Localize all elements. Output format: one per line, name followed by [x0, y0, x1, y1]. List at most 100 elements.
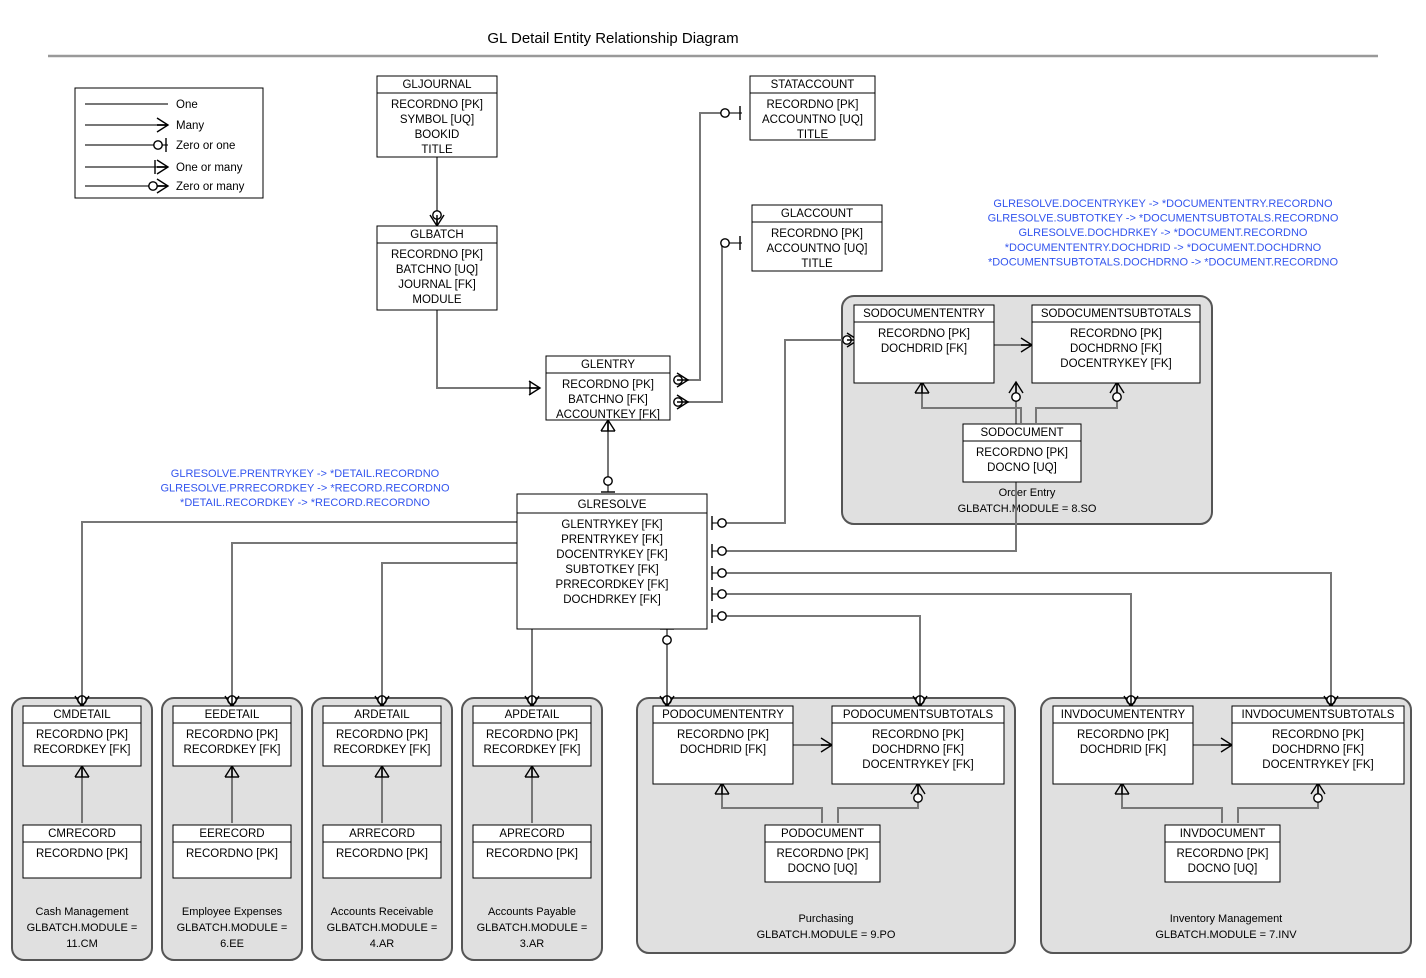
connector-5 [712, 339, 845, 524]
entity-apdetail[interactable]: APDETAIL RECORDNO [PK] RECORDKEY [FK] [472, 705, 592, 767]
entity-attr-apdetail-0: RECORDNO [PK] [486, 729, 578, 741]
group-module-order_entry: GLBATCH.MODULE = 8.SO [958, 503, 1097, 515]
connector-1 [436, 310, 540, 389]
entity-cmrecord[interactable]: CMRECORD RECORDNO [PK] [22, 824, 142, 879]
entity-attr-glresolve-1: PRENTRYKEY [FK] [561, 534, 663, 546]
entity-name-gljournal: GLJOURNAL [402, 79, 472, 91]
group-label-accts_recv: Accounts Receivable [331, 906, 434, 918]
entity-podocument[interactable]: PODOCUMENT RECORDNO [PK] DOCNO [UQ] [764, 824, 881, 883]
entity-attr-podocumententry-1: DOCHDRID [FK] [680, 744, 766, 756]
entity-sodocumententry[interactable]: SODOCUMENTENTRY RECORDNO [PK] DOCHDRID [FK… [853, 304, 995, 384]
entity-glresolve[interactable]: GLRESOLVE GLENTRYKEY [FK] PRENTRYKEY [FK] D… [516, 493, 708, 630]
entity-attr-glaccount-1: ACCOUNTNO [UQ] [767, 243, 868, 255]
entity-eedetail[interactable]: EEDETAIL RECORDNO [PK] RECORDKEY [FK] [172, 705, 292, 767]
entity-sodocument[interactable]: SODOCUMENT RECORDNO [PK] DOCNO [UQ] [962, 423, 1082, 483]
entity-name-invdocumententry: INVDOCUMENTENTRY [1061, 709, 1186, 721]
group-label-accts_pay: Accounts Payable [488, 906, 576, 918]
entity-glaccount[interactable]: GLACCOUNT RECORDNO [PK] ACCOUNTNO [UQ] TITL… [751, 204, 883, 272]
group-module2-accts_pay: 3.AR [520, 938, 545, 950]
group-module-accts_recv: GLBATCH.MODULE = [327, 922, 438, 934]
entity-attr-podocumententry-0: RECORDNO [PK] [677, 729, 769, 741]
group-label-emp_expenses: Employee Expenses [182, 906, 283, 918]
entity-eerecord[interactable]: EERECORD RECORDNO [PK] [172, 824, 292, 879]
entity-invdocumententry[interactable]: INVDOCUMENTENTRY RECORDNO [PK] DOCHDRID [F… [1052, 705, 1194, 785]
group-label-order_entry: Order Entry [999, 487, 1056, 499]
connector-3 [688, 242, 742, 403]
entity-gljournal[interactable]: GLJOURNAL RECORDNO [PK] SYMBOL [UQ] BOOKID T… [376, 75, 498, 158]
entity-cmdetail[interactable]: CMDETAIL RECORDNO [PK] RECORDKEY [FK] [22, 705, 142, 767]
connector-11 [81, 521, 517, 707]
entity-attr-glresolve-0: GLENTRYKEY [FK] [561, 519, 662, 531]
entity-attr-podocument-0: RECORDNO [PK] [776, 848, 868, 860]
entity-name-podocumentsubtotals: PODOCUMENTSUBTOTALS [843, 709, 994, 721]
entity-glentry[interactable]: GLENTRY RECORDNO [PK] BATCHNO [FK] ACCOUNTK… [545, 355, 671, 421]
entity-aprecord[interactable]: APRECORD RECORDNO [PK] [472, 824, 592, 879]
entity-attr-invdocumentsubtotals-1: DOCHDRNO [FK] [1272, 744, 1364, 756]
entity-attr-sodocumentsubtotals-0: RECORDNO [PK] [1070, 328, 1162, 340]
entity-attr-podocumentsubtotals-1: DOCHDRNO [FK] [872, 744, 964, 756]
entity-name-sodocumententry: SODOCUMENTENTRY [863, 308, 985, 320]
entity-podocumentsubtotals[interactable]: PODOCUMENTSUBTOTALS RECORDNO [PK] DOCHDRNO… [831, 705, 1005, 785]
group-module2-accts_recv: 4.AR [370, 938, 395, 950]
connector-13 [381, 562, 517, 707]
entity-name-glentry: GLENTRY [581, 359, 635, 371]
entity-invdocumentsubtotals[interactable]: INVDOCUMENTSUBTOTALS RECORDNO [PK] DOCHDRN… [1231, 705, 1405, 785]
connector-9 [712, 615, 921, 707]
entity-attr-cmrecord-0: RECORDNO [PK] [36, 848, 128, 860]
entity-name-podocument: PODOCUMENT [781, 828, 864, 840]
group-module-cash_mgmt: GLBATCH.MODULE = [27, 922, 138, 934]
entity-name-aprecord: APRECORD [499, 828, 564, 840]
entity-attr-glentry-0: RECORDNO [PK] [562, 379, 654, 391]
entity-arrecord[interactable]: ARRECORD RECORDNO [PK] [322, 824, 442, 879]
entity-attr-invdocumententry-0: RECORDNO [PK] [1077, 729, 1169, 741]
entity-name-eedetail: EEDETAIL [205, 709, 260, 721]
entity-attr-gljournal-0: RECORDNO [PK] [391, 99, 483, 111]
legend-label-zero-or-one: Zero or one [176, 140, 235, 152]
entity-attr-stataccount-2: TITLE [797, 129, 829, 141]
entity-attr-invdocument-0: RECORDNO [PK] [1176, 848, 1268, 860]
entity-name-glresolve: GLRESOLVE [578, 499, 647, 511]
group-label-cash_mgmt: Cash Management [36, 906, 129, 918]
entity-attr-podocumentsubtotals-0: RECORDNO [PK] [872, 729, 964, 741]
entity-attr-sodocument-1: DOCNO [UQ] [987, 462, 1057, 474]
entity-name-cmdetail: CMDETAIL [53, 709, 111, 721]
entity-attr-glentry-1: BATCHNO [FK] [568, 394, 648, 406]
entity-attr-invdocumententry-1: DOCHDRID [FK] [1080, 744, 1166, 756]
entity-attr-sodocumententry-1: DOCHDRID [FK] [881, 343, 967, 355]
entity-glbatch[interactable]: GLBATCH RECORDNO [PK] BATCHNO [UQ] JOURNAL … [376, 225, 498, 311]
entity-attr-glaccount-2: TITLE [801, 258, 833, 270]
er-diagram-canvas: Order Entry GLBATCH.MODULE = 8.SO Cash Man… [0, 0, 1426, 978]
entity-podocumententry[interactable]: PODOCUMENTENTRY RECORDNO [PK] DOCHDRID [FK… [652, 705, 794, 785]
entity-name-apdetail: APDETAIL [505, 709, 560, 721]
entity-attr-glentry-2: ACCOUNTKEY [FK] [556, 409, 660, 421]
entity-attr-eedetail-1: RECORDKEY [FK] [184, 744, 281, 756]
legend-label-many: Many [176, 120, 204, 132]
entity-attr-glbatch-2: JOURNAL [FK] [398, 279, 476, 291]
entity-sodocumentsubtotals[interactable]: SODOCUMENTSUBTOTALS RECORDNO [PK] DOCHDRNO… [1031, 304, 1201, 384]
entity-attr-gljournal-1: SYMBOL [UQ] [400, 114, 474, 126]
entity-attr-stataccount-1: ACCOUNTNO [UQ] [762, 114, 863, 126]
note-left-1: GLRESOLVE.PRRECORDKEY -> *RECORD.RECORDN… [160, 483, 449, 495]
entity-attr-cmdetail-1: RECORDKEY [FK] [34, 744, 131, 756]
legend-label-one: One [176, 99, 198, 111]
entity-attr-eedetail-0: RECORDNO [PK] [186, 729, 278, 741]
entity-attr-cmdetail-0: RECORDNO [PK] [36, 729, 128, 741]
entity-attr-invdocumentsubtotals-2: DOCENTRYKEY [FK] [1262, 759, 1373, 771]
entity-attr-glresolve-4: PRRECORDKEY [FK] [556, 579, 669, 591]
entity-attr-glresolve-3: SUBTOTKEY [FK] [565, 564, 659, 576]
entity-attr-gljournal-3: TITLE [421, 144, 453, 156]
entity-ardetail[interactable]: ARDETAIL RECORDNO [PK] RECORDKEY [FK] [322, 705, 442, 767]
entity-stataccount[interactable]: STATACCOUNT RECORDNO [PK] ACCOUNTNO [UQ] TI… [749, 75, 876, 141]
entity-invdocument[interactable]: INVDOCUMENT RECORDNO [PK] DOCNO [UQ] [1164, 824, 1281, 883]
legend-label-one-or-many: One or many [176, 162, 243, 174]
note-right-2: GLRESOLVE.DOCHDRKEY -> *DOCUMENT.RECORDN… [1018, 227, 1307, 239]
group-module-purchasing: GLBATCH.MODULE = 9.PO [757, 929, 896, 941]
note-right-4: *DOCUMENTSUBTOTALS.DOCHDRNO -> *DOCUMENT… [988, 256, 1339, 268]
entity-name-glbatch: GLBATCH [410, 229, 463, 241]
group-label-inventory: Inventory Management [1170, 913, 1283, 925]
group-module2-emp_expenses: 6.EE [220, 938, 244, 950]
note-left-2: *DETAIL.RECORDKEY -> *RECORD.RECORDNO [180, 497, 430, 509]
entity-attr-invdocumentsubtotals-0: RECORDNO [PK] [1272, 729, 1364, 741]
entity-name-ardetail: ARDETAIL [354, 709, 410, 721]
page-title: GL Detail Entity Relationship Diagram [487, 30, 738, 47]
